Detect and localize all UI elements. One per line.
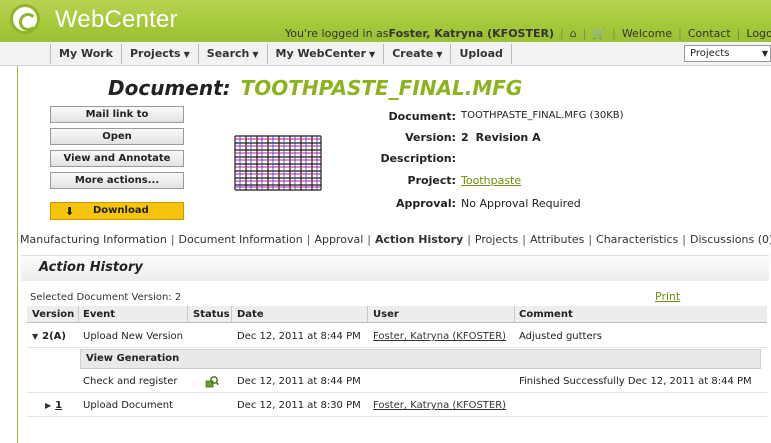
document-label: Document:: [388, 110, 456, 123]
home-icon[interactable]: ⌂: [570, 27, 577, 40]
view-generation-subheader: View Generation: [80, 349, 761, 369]
sub-row-event: Check and register: [83, 376, 178, 387]
chevron-down-icon: ▼: [436, 50, 443, 59]
login-bar: You're logged in as Foster, Katryna (KFO…: [285, 24, 771, 42]
chevron-down-icon: ▼: [183, 50, 190, 59]
page-title: Document: TOOTHPASTE_FINAL.MFG: [108, 76, 523, 100]
approval-value: No Approval Required: [461, 197, 581, 210]
chevron-down-icon: ▼: [761, 49, 768, 58]
col-event: Event: [83, 309, 116, 320]
row-date: Dec 12, 2011 at 8:30 PM: [237, 400, 361, 411]
context-select[interactable]: Projects ▼: [684, 45, 771, 62]
menu-my-work[interactable]: My Work: [50, 44, 121, 64]
table-row[interactable]: ▶ 1 Upload Document Dec 12, 2011 at 8:30 …: [27, 395, 767, 417]
col-user: User: [373, 309, 399, 320]
sub-row-date: Dec 12, 2011 at 8:44 PM: [237, 376, 361, 387]
chevron-down-icon: ▼: [369, 50, 376, 59]
col-status: Status: [193, 309, 230, 320]
row-event: Upload New Version: [83, 331, 183, 342]
print-link[interactable]: Print: [655, 290, 680, 303]
tab-characteristics[interactable]: Characteristics: [596, 233, 678, 246]
header-banner: WebCenter You're logged in as Foster, Ka…: [0, 0, 771, 42]
webcenter-logo-icon: [10, 4, 40, 34]
tab-attributes[interactable]: Attributes: [530, 233, 584, 246]
col-version: Version: [32, 309, 75, 320]
selected-version-text: Selected Document Version: 2: [30, 292, 182, 303]
document-value: TOOTHPASTE_FINAL.MFG (30KB): [461, 110, 624, 121]
contact-link[interactable]: Contact: [688, 27, 731, 40]
row-user-link[interactable]: Foster, Katryna (KFOSTER): [373, 400, 506, 411]
menu-create[interactable]: Create ▼: [383, 44, 450, 64]
menu-bar: My Work Projects ▼ Search ▼ My WebCenter ▼ …: [0, 42, 771, 66]
properties-labels: Document: Version: Description: Project:…: [0, 110, 456, 210]
project-link[interactable]: Toothpaste: [461, 174, 521, 187]
cart-icon[interactable]: 🛒: [592, 27, 606, 40]
logged-in-prefix: You're logged in as: [285, 26, 389, 40]
row-comment: Adjusted gutters: [519, 331, 602, 342]
tab-projects[interactable]: Projects: [475, 233, 518, 246]
section-title: Action History: [39, 260, 143, 275]
chevron-down-icon: ▼: [32, 332, 39, 341]
description-label: Description:: [380, 152, 456, 165]
logged-in-user: Foster, Katryna (KFOSTER): [388, 26, 554, 40]
properties-values: TOOTHPASTE_FINAL.MFG (30KB) 2 Revision A…: [461, 110, 761, 210]
logout-link[interactable]: Logou: [746, 27, 771, 40]
tab-document-information[interactable]: Document Information: [179, 233, 303, 246]
tab-manufacturing-information[interactable]: Manufacturing Information: [20, 233, 167, 246]
sub-row-comment: Finished Successfully Dec 12, 2011 at 8:…: [519, 376, 752, 387]
chevron-right-icon: ▶: [45, 401, 52, 410]
menu-projects[interactable]: Projects ▼: [121, 44, 198, 64]
col-comment: Comment: [519, 309, 573, 320]
check-register-icon: [205, 376, 219, 388]
history-table-header: Version Event Status Date User Comment: [27, 306, 767, 323]
row-date: Dec 12, 2011 at 8:44 PM: [237, 331, 361, 342]
table-row[interactable]: ▼ 2(A) Upload New Version Dec 12, 2011 at…: [27, 326, 767, 348]
document-tabs: Manufacturing Information | Document Infor…: [20, 233, 771, 247]
col-date: Date: [237, 309, 264, 320]
menu-upload[interactable]: Upload: [450, 44, 512, 64]
tab-approval[interactable]: Approval: [314, 233, 363, 246]
menu-search[interactable]: Search ▼: [197, 44, 267, 64]
main-menu: My Work Projects ▼ Search ▼ My WebCenter ▼ …: [50, 44, 512, 64]
tab-discussions[interactable]: Discussions (0): [690, 233, 771, 246]
menu-my-webcenter[interactable]: My WebCenter ▼: [266, 44, 384, 64]
version-value: 2 Revision A: [461, 131, 541, 144]
welcome-link[interactable]: Welcome: [622, 27, 672, 40]
chevron-down-icon: ▼: [252, 50, 259, 59]
row-version[interactable]: ▶ 1: [45, 400, 62, 411]
action-history-header: Action History: [21, 255, 769, 281]
table-row: Check and register Dec 12, 2011 at 8:44 …: [27, 371, 767, 393]
version-label: Version:: [405, 131, 456, 144]
row-user-link[interactable]: Foster, Katryna (KFOSTER): [373, 331, 506, 342]
tab-action-history[interactable]: Action History: [375, 233, 463, 246]
approval-label: Approval:: [395, 197, 456, 210]
brand-name: WebCenter: [55, 6, 178, 33]
row-event: Upload Document: [83, 400, 174, 411]
row-version[interactable]: ▼ 2(A): [32, 331, 66, 342]
project-label: Project:: [407, 174, 456, 187]
